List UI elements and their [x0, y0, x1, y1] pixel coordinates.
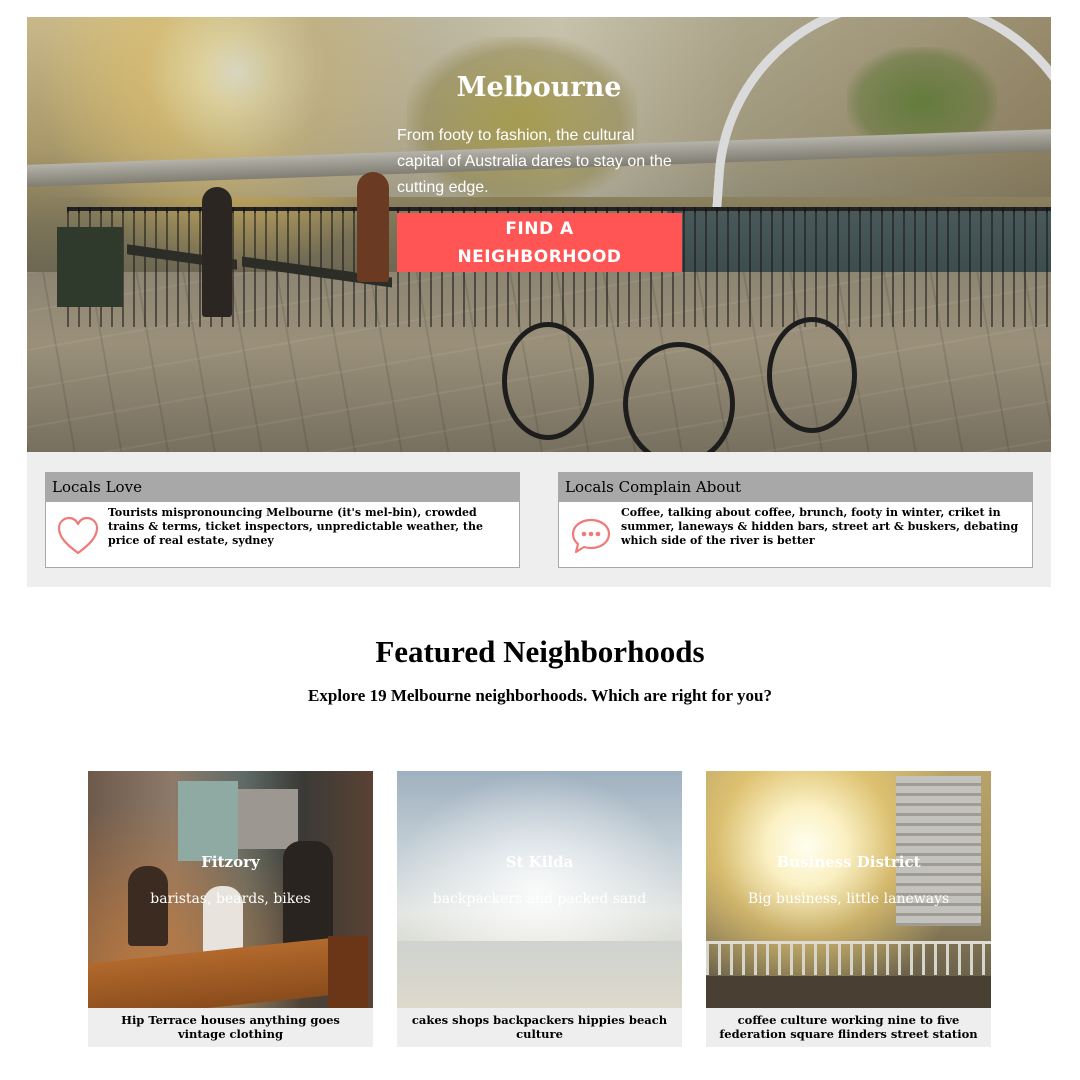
locals-love-title: Locals Love [46, 473, 519, 502]
neighborhood-name: Fitzory [201, 853, 260, 871]
image-detail [397, 941, 682, 1008]
image-detail [328, 936, 368, 1008]
neighborhood-caption: cakes shops backpackers hippies beach cu… [411, 1013, 668, 1041]
locals-complain-title: Locals Complain About [559, 473, 1032, 502]
neighborhood-caption: coffee culture working nine to five fede… [719, 1013, 978, 1041]
featured-subtitle: Explore 19 Melbourne neighborhoods. Whic… [308, 686, 772, 705]
image-detail [238, 789, 298, 849]
hero-person [202, 187, 232, 317]
hero-bicycle-wheel [767, 317, 857, 433]
locals-complain-card: Locals Complain About Coffee, talking ab… [558, 472, 1033, 568]
hero-title: Melbourne [456, 72, 622, 103]
locals-love-card: Locals Love Tourists mispronouncing Melb… [45, 472, 520, 568]
neighborhood-tagline: baristas, beards, bikes [150, 891, 311, 907]
neighborhood-image: Fitzory baristas, beards, bikes [88, 771, 373, 1008]
neighborhood-name: Business District [776, 853, 921, 871]
neighborhood-tagline: backpackers and packed sand [432, 891, 647, 907]
neighborhood-tagline: Big business, little laneways [747, 891, 950, 907]
neighborhood-card-st-kilda[interactable]: St Kilda backpackers and packed sand cak… [397, 771, 682, 1047]
neighborhood-image: Business District Big business, little l… [706, 771, 991, 1008]
neighborhood-card-fitzroy[interactable]: Fitzory baristas, beards, bikes Hip Terr… [88, 771, 373, 1047]
heart-icon [56, 514, 100, 558]
speech-bubble-icon [569, 514, 613, 558]
neighborhood-name: St Kilda [505, 853, 574, 871]
featured-title: Featured Neighborhoods [375, 634, 705, 669]
neighborhood-caption: Hip Terrace houses anything goes vintage… [121, 1013, 340, 1041]
hero-person [357, 172, 389, 282]
hero-subtitle: From footy to fashion, the cultural capi… [397, 127, 672, 196]
hero-bicycle-wheel [502, 322, 594, 440]
neighborhood-image: St Kilda backpackers and packed sand [397, 771, 682, 1008]
image-detail [706, 976, 991, 1008]
find-neighborhood-button[interactable]: FIND A NEIGHBORHOOD [397, 213, 682, 272]
locals-complain-text: Coffee, talking about coffee, brunch, fo… [621, 506, 1019, 547]
neighborhood-card-business-district[interactable]: Business District Big business, little l… [706, 771, 991, 1047]
hero-bin [57, 227, 123, 307]
locals-love-text: Tourists mispronouncing Melbourne (it's … [108, 506, 483, 547]
image-detail [706, 941, 991, 975]
image-detail [178, 781, 238, 861]
